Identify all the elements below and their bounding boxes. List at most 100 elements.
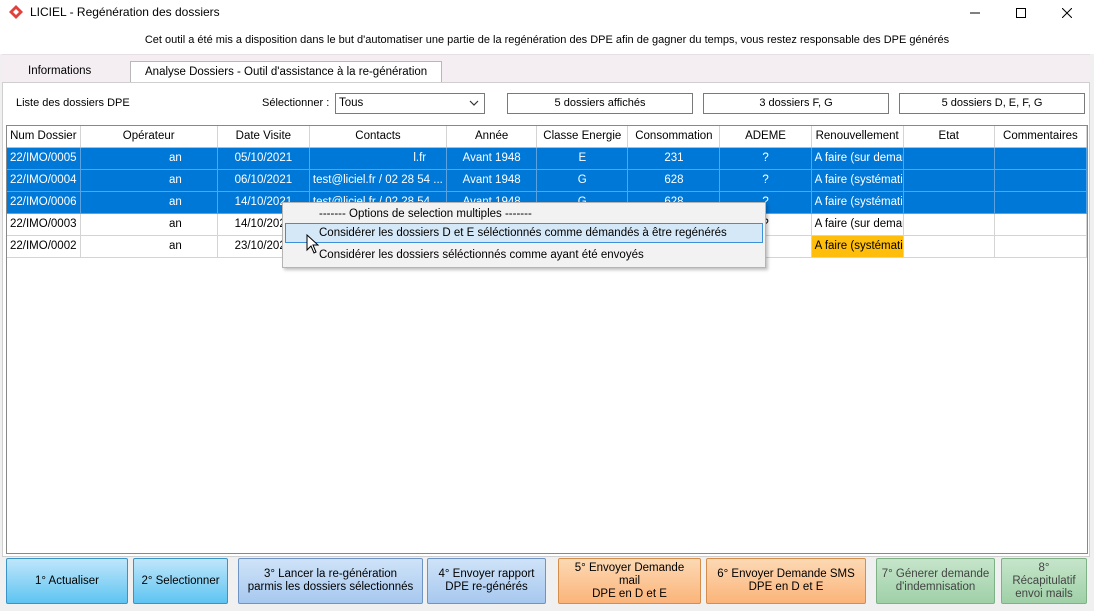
cell-num: 22/IMO/0005 bbox=[7, 147, 81, 170]
minimize-icon bbox=[970, 12, 980, 14]
refresh-button[interactable]: 1° Actualiser bbox=[6, 558, 128, 604]
cell-commentaires bbox=[994, 191, 1087, 214]
col-operateur[interactable]: Opérateur bbox=[80, 126, 218, 148]
dossiers-grid[interactable]: Num Dossier Opérateur Date Visite Contac… bbox=[6, 125, 1088, 554]
cell-operateur: an bbox=[80, 235, 218, 258]
context-menu-header: ------- Options de selection multiples -… bbox=[319, 208, 532, 220]
table-row[interactable]: 22/IMO/0004 an 06/10/2021 test@liciel.fr… bbox=[7, 169, 1087, 192]
send-sms-label-2: DPE en D et E bbox=[748, 581, 824, 593]
cell-etat bbox=[903, 213, 995, 236]
col-commentaires[interactable]: Commentaires bbox=[994, 126, 1087, 148]
generate-indemnity-label-1: 7° Génerer demande bbox=[881, 568, 990, 580]
maximize-button[interactable] bbox=[998, 0, 1044, 26]
cell-commentaires bbox=[994, 147, 1087, 170]
tab-informations[interactable]: Informations bbox=[14, 61, 105, 83]
chevron-down-icon bbox=[469, 100, 479, 106]
cell-operateur: an bbox=[80, 147, 218, 170]
cell-num: 22/IMO/0004 bbox=[7, 169, 81, 192]
cell-commentaires bbox=[994, 213, 1087, 236]
send-mail-request-button[interactable]: 5° Envoyer Demande mail DPE en D et E bbox=[558, 558, 701, 604]
launch-regeneration-button[interactable]: 3° Lancer la re-génération parmis les do… bbox=[238, 558, 423, 604]
grid-header-row: Num Dossier Opérateur Date Visite Contac… bbox=[7, 126, 1087, 148]
launch-regeneration-label-2: parmis les dossiers sélectionnés bbox=[247, 581, 414, 593]
col-annee[interactable]: Année bbox=[446, 126, 538, 148]
cell-etat bbox=[903, 235, 995, 258]
generate-indemnity-button[interactable]: 7° Génerer demande d'indemnisation bbox=[876, 558, 995, 604]
col-ademe[interactable]: ADEME bbox=[719, 126, 812, 148]
disclaimer-notice: Cet outil a été mis a disposition dans l… bbox=[0, 26, 1094, 54]
filter-select-value: Tous bbox=[339, 97, 364, 109]
menu-item-mark-sent[interactable]: Considérer les dossiers séléctionnés com… bbox=[285, 245, 763, 265]
cell-num: 22/IMO/0002 bbox=[7, 235, 81, 258]
context-menu: ------- Options de selection multiples -… bbox=[282, 202, 766, 268]
generate-indemnity-label-2: d'indemnisation bbox=[895, 581, 976, 593]
cell-operateur: an bbox=[80, 213, 218, 236]
filter-select[interactable]: Tous bbox=[335, 93, 485, 114]
send-mail-label-1: 5° Envoyer Demande mail bbox=[574, 561, 685, 587]
list-label: Liste des dossiers DPE bbox=[16, 97, 130, 109]
col-consommation[interactable]: Consommation bbox=[627, 126, 721, 148]
refresh-button-label: 1° Actualiser bbox=[34, 574, 100, 587]
cell-commentaires bbox=[994, 235, 1087, 258]
count-defg-box: 5 dossiers D, E, F, G bbox=[899, 93, 1085, 114]
cell-operateur: an bbox=[80, 191, 218, 214]
col-date-visite[interactable]: Date Visite bbox=[217, 126, 310, 148]
maximize-icon bbox=[1016, 8, 1026, 18]
cell-ademe: ? bbox=[719, 169, 812, 192]
cell-etat bbox=[903, 169, 995, 192]
cell-renouvellement: A faire (systématique) bbox=[811, 235, 904, 258]
cell-contacts: test@liciel.fr / 02 28 54 ... bbox=[309, 169, 448, 192]
cell-commentaires bbox=[994, 169, 1087, 192]
count-fg-box: 3 dossiers F, G bbox=[703, 93, 889, 114]
cell-etat bbox=[903, 191, 995, 214]
cell-annee: Avant 1948 bbox=[446, 169, 538, 192]
cell-date: 06/10/2021 bbox=[217, 169, 310, 192]
cell-date: 05/10/2021 bbox=[217, 147, 310, 170]
col-etat[interactable]: Etat bbox=[903, 126, 995, 148]
cell-renouvellement: A faire (systématique) bbox=[811, 169, 904, 192]
select-button[interactable]: 2° Selectionner bbox=[133, 558, 228, 604]
cell-operateur: an bbox=[80, 169, 218, 192]
mouse-cursor-icon bbox=[306, 234, 320, 254]
count-shown-box: 5 dossiers affichés bbox=[507, 93, 693, 114]
table-row[interactable]: 22/IMO/0005 an 05/10/2021 l.fr Avant 194… bbox=[7, 147, 1087, 170]
cell-num: 22/IMO/0003 bbox=[7, 213, 81, 236]
send-mail-label-2: DPE en D et E bbox=[592, 587, 667, 600]
col-contacts[interactable]: Contacts bbox=[309, 126, 448, 148]
cell-renouvellement: A faire (systématique) bbox=[811, 191, 904, 214]
send-report-label-1: 4° Envoyer rapport bbox=[438, 568, 535, 580]
menu-item-mark-regeneration-requested[interactable]: Considérer les dossiers D et E séléction… bbox=[285, 223, 763, 243]
send-report-button[interactable]: 4° Envoyer rapport DPE re-générés bbox=[427, 558, 546, 604]
send-sms-label-1: 6° Envoyer Demande SMS bbox=[717, 568, 855, 580]
cell-classe: G bbox=[536, 169, 629, 192]
col-renouvellement[interactable]: Renouvellement bbox=[811, 126, 904, 148]
cell-annee: Avant 1948 bbox=[446, 147, 538, 170]
mail-summary-label-1: 8° Récapitulatif bbox=[1012, 561, 1076, 587]
select-button-label: 2° Selectionner bbox=[141, 574, 220, 587]
launch-regeneration-label-1: 3° Lancer la re-génération bbox=[263, 568, 398, 580]
title-bar: LICIEL - Regénération des dossiers bbox=[0, 0, 1094, 26]
cell-conso: 628 bbox=[627, 169, 721, 192]
cell-classe: E bbox=[536, 147, 629, 170]
send-report-label-2: DPE re-générés bbox=[445, 581, 528, 593]
cell-conso: 231 bbox=[627, 147, 721, 170]
cell-etat bbox=[903, 147, 995, 170]
cell-ademe: ? bbox=[719, 147, 812, 170]
col-classe-energie[interactable]: Classe Energie bbox=[536, 126, 629, 148]
send-sms-request-button[interactable]: 6° Envoyer Demande SMS DPE en D et E bbox=[706, 558, 866, 604]
close-icon bbox=[1062, 8, 1072, 18]
mail-summary-label-2: envoi mails bbox=[1015, 587, 1073, 600]
select-label: Sélectionner : bbox=[262, 97, 330, 109]
cell-contacts: l.fr bbox=[309, 147, 448, 170]
minimize-button[interactable] bbox=[952, 0, 998, 26]
mail-summary-button[interactable]: 8° Récapitulatif envoi mails bbox=[1001, 558, 1087, 604]
cell-renouvellement: A faire (sur demande) bbox=[811, 147, 904, 170]
tab-analyse-dossiers[interactable]: Analyse Dossiers - Outil d'assistance à … bbox=[130, 61, 443, 83]
col-num-dossier[interactable]: Num Dossier bbox=[7, 126, 81, 148]
cell-renouvellement: A faire (sur demande) bbox=[811, 213, 904, 236]
close-button[interactable] bbox=[1044, 0, 1090, 26]
window-title: LICIEL - Regénération des dossiers bbox=[30, 5, 220, 19]
liciel-logo-icon bbox=[9, 5, 23, 19]
cell-num: 22/IMO/0006 bbox=[7, 191, 81, 214]
tab-strip: Informations Analyse Dossiers - Outil d'… bbox=[2, 54, 1090, 83]
